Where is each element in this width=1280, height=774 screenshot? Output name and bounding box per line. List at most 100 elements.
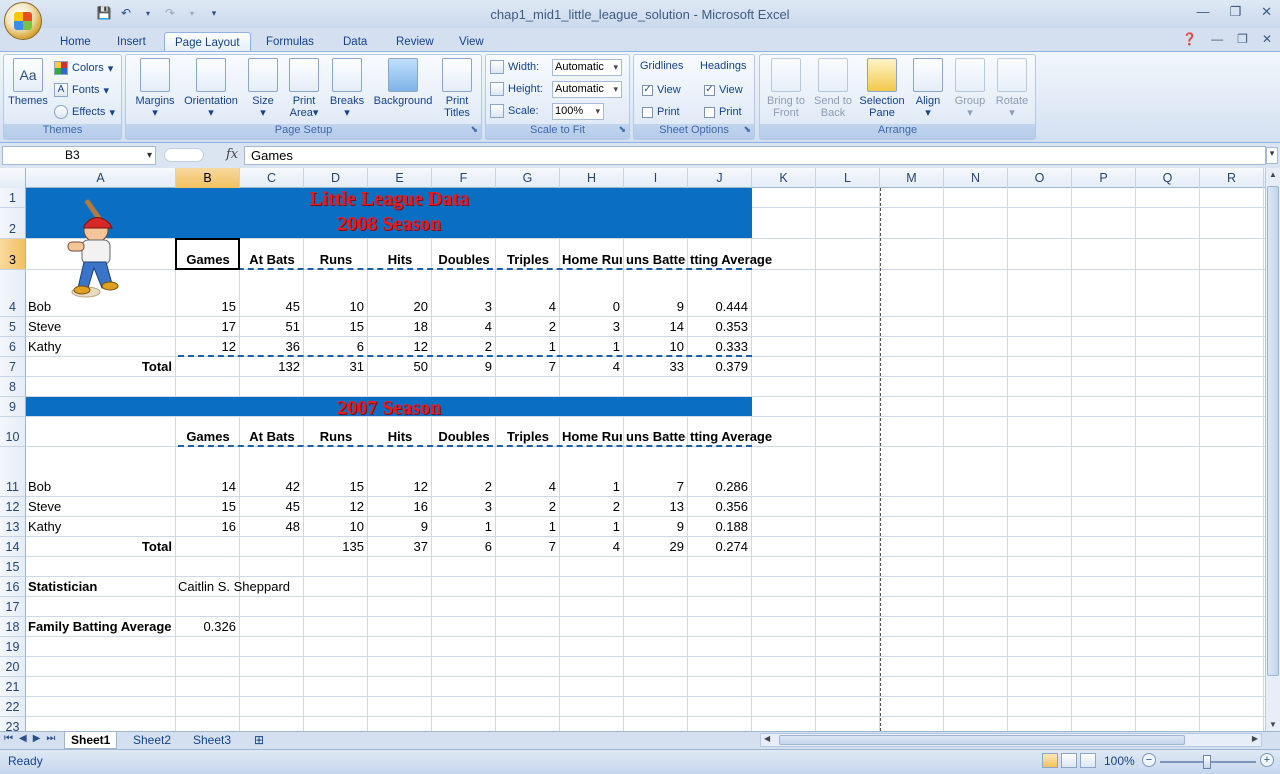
rotate-button[interactable]: Rotate ▾ [992,58,1032,119]
stat-cell-2008[interactable]: 3 [434,297,494,317]
family-batting-average-value[interactable]: 0.326 [178,617,238,637]
gridlines-print-checkbox[interactable]: Print [642,103,680,121]
column-header-o[interactable]: O [1008,168,1072,188]
stat-cell-2008[interactable]: 1 [562,337,622,357]
workbook-close-icon[interactable]: ✕ [1262,32,1272,46]
dialog-launcher-icon[interactable]: ⬊ [618,124,626,135]
stat-cell-2007[interactable]: 7 [626,477,686,497]
column-header-h[interactable]: H [560,168,624,188]
column-header-c[interactable]: C [240,168,304,188]
total-cell-2008[interactable]: 7 [498,357,558,377]
column-label-9[interactable]: tting Average [690,250,780,270]
stat-cell-2007[interactable]: 42 [242,477,302,497]
margins-button[interactable]: Margins ▾ [130,58,180,119]
column-label-3[interactable]: Runs [306,250,366,270]
normal-view-icon[interactable] [1042,753,1058,768]
restore-icon[interactable]: ❐ [1229,4,1241,20]
width-select[interactable]: Automatic [552,58,622,76]
stat-cell-2007[interactable]: 1 [498,517,558,537]
row-header-6[interactable]: 6 [0,337,26,357]
column-header-f[interactable]: F [432,168,496,188]
select-all-corner[interactable] [0,168,26,188]
vertical-scrollbar[interactable]: ▲ ▼ [1265,168,1280,731]
close-icon[interactable]: ✕ [1261,4,1272,20]
office-button[interactable] [4,2,42,40]
fonts-button[interactable]: A Fonts ▾ [54,81,109,99]
stat-cell-2008[interactable]: 20 [370,297,430,317]
sheet-nav-arrows-icon[interactable]: ⏮◀▶⏭ [4,733,61,744]
stat-cell-2008[interactable]: 0.333 [690,337,750,357]
total-cell-2007[interactable]: 37 [370,537,430,557]
total-cell-2008[interactable]: 31 [306,357,366,377]
stat-cell-2007[interactable]: 2 [498,497,558,517]
stat-cell-2008[interactable]: 10 [626,337,686,357]
tab-home[interactable]: Home [50,32,101,52]
stat-cell-2008[interactable]: 36 [242,337,302,357]
row-header-13[interactable]: 13 [0,517,26,537]
column-label-3[interactable]: Runs [306,427,366,447]
tab-review[interactable]: Review [386,32,444,52]
horizontal-scroll-thumb[interactable] [779,735,1185,745]
stat-cell-2008[interactable]: 17 [178,317,238,337]
stat-cell-2007[interactable]: 12 [306,497,366,517]
stat-cell-2007[interactable]: 0.188 [690,517,750,537]
page-break-preview-icon[interactable] [1080,753,1096,768]
minimize-icon[interactable]: — [1196,4,1209,20]
column-header-p[interactable]: P [1072,168,1136,188]
column-label-6[interactable]: Triples [498,427,558,447]
stat-cell-2008[interactable]: 14 [626,317,686,337]
column-header-b[interactable]: B [176,168,240,188]
total-cell-2007[interactable]: 0.274 [690,537,750,557]
tab-view[interactable]: View [449,32,494,52]
headings-view-checkbox[interactable]: ✓ View [704,81,743,99]
total-cell-2008[interactable]: 0.379 [690,357,750,377]
name-box[interactable]: B3 [2,146,156,165]
row-header-9[interactable]: 9 [0,397,26,417]
player-name-2007[interactable]: Bob [28,477,174,497]
scroll-right-icon[interactable]: ▶ [1252,734,1258,743]
zoom-level[interactable]: 100% [1104,754,1135,768]
insert-sheet-icon[interactable]: ⊞ [248,732,270,749]
expand-formula-bar-icon[interactable]: ▾ [1266,147,1278,164]
row-header-18[interactable]: 18 [0,617,26,637]
column-label-2[interactable]: At Bats [242,427,302,447]
stat-cell-2007[interactable]: 45 [242,497,302,517]
column-header-a[interactable]: A [26,168,176,188]
background-button[interactable]: Background [370,58,436,107]
dialog-launcher-icon[interactable]: ⬊ [470,124,478,135]
column-header-i[interactable]: I [624,168,688,188]
column-label-4[interactable]: Hits [370,250,430,270]
send-to-back-button[interactable]: Send to Back [810,58,856,119]
stat-cell-2007[interactable]: 9 [370,517,430,537]
insert-function-icon[interactable]: fx [226,147,238,162]
stat-cell-2008[interactable]: 18 [370,317,430,337]
column-header-n[interactable]: N [944,168,1008,188]
player-name-2007[interactable]: Steve [28,497,174,517]
zoom-slider-knob[interactable] [1203,755,1211,769]
stat-cell-2008[interactable]: 1 [498,337,558,357]
row-header-7[interactable]: 7 [0,357,26,377]
column-label-5[interactable]: Doubles [434,427,494,447]
column-label-4[interactable]: Hits [370,427,430,447]
stat-cell-2007[interactable]: 1 [562,477,622,497]
row-header-3[interactable]: 3 [0,239,26,270]
effects-button[interactable]: Effects ▾ [54,103,115,121]
horizontal-scrollbar[interactable]: ◀ ▶ [760,733,1262,747]
workbook-restore-icon[interactable]: ❐ [1237,32,1248,46]
colors-button[interactable]: Colors ▾ [54,59,113,77]
column-header-l[interactable]: L [816,168,880,188]
stat-cell-2007[interactable]: 3 [434,497,494,517]
group-button[interactable]: Group ▾ [950,58,990,119]
total-cell-2008[interactable]: 33 [626,357,686,377]
row-header-8[interactable]: 8 [0,377,26,397]
column-label-1[interactable]: Games [178,427,238,447]
page-layout-view-icon[interactable] [1061,753,1077,768]
scroll-down-icon[interactable]: ▼ [1269,720,1277,729]
player-name-2008[interactable]: Kathy [28,337,174,357]
stat-cell-2007[interactable]: 10 [306,517,366,537]
stat-cell-2008[interactable]: 4 [434,317,494,337]
total-cell-2007[interactable] [178,537,238,557]
workbook-minimize-icon[interactable]: — [1211,32,1223,46]
stat-cell-2007[interactable]: 2 [434,477,494,497]
tab-insert[interactable]: Insert [107,32,156,52]
